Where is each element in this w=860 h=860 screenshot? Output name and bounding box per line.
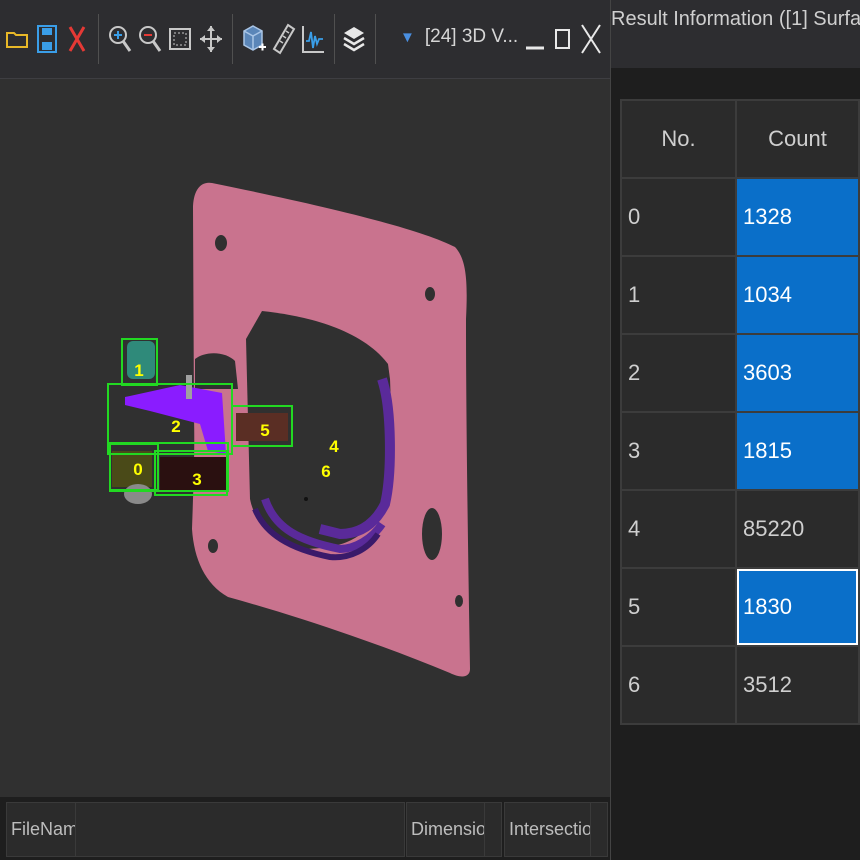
column-header-no[interactable]: No.: [620, 99, 737, 179]
table-header-row: No. Count: [620, 99, 860, 179]
zoom-in-icon[interactable]: [107, 22, 133, 56]
object-label: 4: [329, 437, 339, 456]
count-cell[interactable]: 85220: [735, 489, 860, 569]
3d-viewport[interactable]: 1 2 5 0 3 4 6: [0, 79, 610, 797]
zoom-out-icon[interactable]: [137, 22, 163, 56]
pan-move-icon[interactable]: [198, 22, 224, 56]
minimize-icon[interactable]: [522, 22, 548, 56]
fit-frame-icon[interactable]: [167, 22, 193, 56]
3d-viewer-window: ▼ [24] 3D V... 1 2 5 0 3 4 6 FileNa Dime…: [0, 0, 611, 860]
filename-field[interactable]: [75, 802, 405, 857]
save-icon[interactable]: [34, 22, 60, 56]
dropdown-arrow-icon[interactable]: ▼: [400, 29, 415, 46]
3d-box-add-icon[interactable]: [241, 22, 267, 56]
object-label: 0: [133, 460, 142, 479]
count-cell[interactable]: 1034: [735, 255, 860, 335]
status-bar: FileName Dimension Intersection: [0, 797, 610, 860]
result-information-panel: Result Information ([1] Surface No. Coun…: [611, 0, 860, 860]
toolbar-separator: [334, 14, 335, 64]
row-number: 6: [620, 645, 737, 725]
toolbar-separator: [232, 14, 233, 64]
table-row[interactable]: 0 1328: [620, 177, 860, 257]
window-title: ▼ [24] 3D V...: [400, 26, 518, 48]
window-title-text: [24] 3D V...: [424, 26, 519, 47]
surface-plate: [192, 182, 470, 677]
object-label: 3: [192, 470, 201, 489]
row-number: 1: [620, 255, 737, 335]
toolbar-separator: [98, 14, 99, 64]
count-cell[interactable]: 1815: [735, 411, 860, 491]
toolbar-separator: [375, 14, 376, 64]
panel-title: Result Information ([1] Surface: [611, 0, 860, 68]
table-row[interactable]: 4 85220: [620, 489, 860, 569]
maximize-icon[interactable]: [550, 22, 576, 56]
table-row[interactable]: 2 3603: [620, 333, 860, 413]
close-window-icon[interactable]: [578, 22, 604, 56]
intersection-field[interactable]: [590, 802, 608, 857]
column-header-count[interactable]: Count: [735, 99, 860, 179]
row-number: 3: [620, 411, 737, 491]
dimension-field[interactable]: [484, 802, 502, 857]
count-cell[interactable]: 3603: [735, 333, 860, 413]
count-cell[interactable]: 1830: [735, 567, 860, 647]
count-cell[interactable]: 1328: [735, 177, 860, 257]
row-number: 5: [620, 567, 737, 647]
filename-label: FileName: [6, 802, 76, 857]
result-table: No. Count 0 1328 1 1034 2 3603 3 1815 4: [620, 99, 860, 725]
table-row[interactable]: 5 1830: [620, 567, 860, 647]
intersection-label: Intersection: [504, 802, 592, 857]
table-row[interactable]: 6 3512: [620, 645, 860, 725]
close-x-icon[interactable]: [64, 22, 90, 56]
table-row[interactable]: 3 1815: [620, 411, 860, 491]
count-cell[interactable]: 3512: [735, 645, 860, 725]
table-row[interactable]: 1 1034: [620, 255, 860, 335]
open-folder-icon[interactable]: [4, 22, 30, 56]
object-label: 2: [171, 417, 180, 436]
layers-icon[interactable]: [341, 22, 367, 56]
object-label: 1: [134, 361, 143, 380]
row-number: 0: [620, 177, 737, 257]
row-number: 2: [620, 333, 737, 413]
waveform-icon[interactable]: [300, 22, 326, 56]
object-label: 6: [321, 462, 330, 481]
object-label: 5: [260, 421, 269, 440]
row-number: 4: [620, 489, 737, 569]
dimension-label: Dimension: [406, 802, 486, 857]
viewer-toolbar: ▼ [24] 3D V...: [0, 0, 610, 79]
ruler-icon[interactable]: [271, 22, 297, 56]
